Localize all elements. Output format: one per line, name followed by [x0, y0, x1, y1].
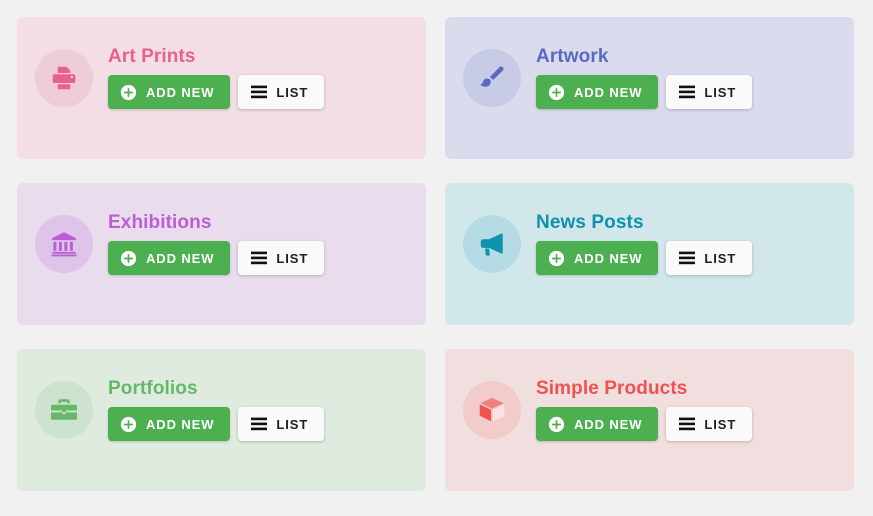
museum-building-icon-svg [51, 231, 77, 256]
card-inner-artwork: Artwork ADD NEW LIST [463, 46, 753, 109]
card-body-news-posts: News Posts ADD NEW LIST [536, 212, 753, 275]
card-portfolios: Portfolios ADD NEW LIST [17, 349, 426, 491]
card-art-prints: Art Prints ADD NEW LIST [17, 17, 426, 159]
list-lines-icon-svg [679, 85, 696, 99]
list-lines-icon [251, 85, 268, 99]
card-body-art-prints: Art Prints ADD NEW LIST [108, 46, 325, 109]
list-button-exhibitions[interactable]: LIST [238, 241, 325, 275]
plus-circle-icon-svg [120, 250, 137, 266]
card-simple-products: Simple Products ADD NEW LIST [445, 349, 854, 491]
list-button-portfolios[interactable]: LIST [238, 407, 325, 441]
card-exhibitions: Exhibitions ADD NEW LIST [17, 183, 426, 325]
card-title-news-posts: News Posts [536, 212, 644, 233]
card-inner-portfolios: Portfolios ADD NEW LIST [35, 378, 325, 441]
card-actions-news-posts: ADD NEW LIST [536, 241, 753, 275]
list-button-art-prints[interactable]: LIST [238, 75, 325, 109]
list-lines-icon-svg [251, 85, 268, 99]
printer-icon [35, 48, 93, 107]
card-news-posts: News Posts ADD NEW LIST [445, 183, 854, 325]
list-lines-icon [679, 417, 696, 431]
megaphone-icon [463, 214, 521, 273]
card-body-exhibitions: Exhibitions ADD NEW LIST [108, 212, 325, 275]
paintbrush-icon [463, 48, 521, 107]
museum-building-icon [35, 214, 93, 273]
briefcase-icon-svg [51, 398, 77, 420]
card-inner-art-prints: Art Prints ADD NEW LIST [35, 46, 325, 109]
card-title-art-prints: Art Prints [108, 46, 196, 67]
card-artwork: Artwork ADD NEW LIST [445, 17, 854, 159]
card-body-artwork: Artwork ADD NEW LIST [536, 46, 753, 109]
list-button-news-posts[interactable]: LIST [666, 241, 753, 275]
card-actions-artwork: ADD NEW LIST [536, 75, 753, 109]
list-button-label: LIST [276, 416, 309, 432]
add-new-button-simple-products[interactable]: ADD NEW [536, 407, 659, 441]
card-body-simple-products: Simple Products ADD NEW LIST [536, 378, 753, 441]
list-lines-icon-svg [251, 417, 268, 431]
card-title-portfolios: Portfolios [108, 378, 198, 399]
plus-circle-icon [120, 84, 137, 101]
add-new-button-portfolios[interactable]: ADD NEW [108, 407, 231, 441]
briefcase-icon [35, 380, 93, 439]
add-new-button-art-prints[interactable]: ADD NEW [108, 75, 231, 109]
plus-circle-icon [120, 250, 137, 267]
list-button-artwork[interactable]: LIST [666, 75, 753, 109]
plus-circle-icon-svg [120, 416, 137, 432]
list-button-label: LIST [704, 84, 737, 100]
list-lines-icon-svg [679, 251, 696, 265]
list-button-simple-products[interactable]: LIST [666, 407, 753, 441]
list-lines-icon [679, 251, 696, 265]
list-button-label: LIST [276, 250, 309, 266]
plus-circle-icon [120, 416, 137, 433]
card-title-artwork: Artwork [536, 46, 609, 67]
list-lines-icon [251, 251, 268, 265]
box-cube-icon [463, 380, 521, 439]
plus-circle-icon [548, 416, 565, 433]
list-button-label: LIST [276, 84, 309, 100]
printer-icon-svg [52, 66, 76, 89]
add-new-button-label: ADD NEW [574, 416, 643, 432]
plus-circle-icon-svg [548, 84, 565, 100]
list-lines-icon [679, 85, 696, 99]
add-new-button-artwork[interactable]: ADD NEW [536, 75, 659, 109]
card-inner-simple-products: Simple Products ADD NEW LIST [463, 378, 753, 441]
plus-circle-icon [548, 84, 565, 101]
card-title-simple-products: Simple Products [536, 378, 688, 399]
list-button-label: LIST [704, 250, 737, 266]
add-new-button-news-posts[interactable]: ADD NEW [536, 241, 659, 275]
plus-circle-icon-svg [120, 84, 137, 100]
box-cube-icon-svg [479, 397, 505, 421]
card-inner-news-posts: News Posts ADD NEW LIST [463, 212, 753, 275]
list-lines-icon [251, 417, 268, 431]
add-new-button-label: ADD NEW [574, 84, 643, 100]
plus-circle-icon-svg [548, 416, 565, 432]
add-new-button-label: ADD NEW [146, 84, 215, 100]
card-actions-simple-products: ADD NEW LIST [536, 407, 753, 441]
add-new-button-label: ADD NEW [146, 250, 215, 266]
card-body-portfolios: Portfolios ADD NEW LIST [108, 378, 325, 441]
megaphone-icon-svg [480, 232, 503, 256]
card-inner-exhibitions: Exhibitions ADD NEW LIST [35, 212, 325, 275]
add-new-button-label: ADD NEW [146, 416, 215, 432]
list-lines-icon-svg [251, 251, 268, 265]
content-type-card-grid: Art Prints ADD NEW LIST Artwork ADD NEW … [0, 0, 873, 491]
paintbrush-icon-svg [480, 66, 504, 87]
card-actions-exhibitions: ADD NEW LIST [108, 241, 325, 275]
card-actions-portfolios: ADD NEW LIST [108, 407, 325, 441]
list-button-label: LIST [704, 416, 737, 432]
plus-circle-icon [548, 250, 565, 267]
card-actions-art-prints: ADD NEW LIST [108, 75, 325, 109]
add-new-button-exhibitions[interactable]: ADD NEW [108, 241, 231, 275]
plus-circle-icon-svg [548, 250, 565, 266]
card-title-exhibitions: Exhibitions [108, 212, 212, 233]
list-lines-icon-svg [679, 417, 696, 431]
add-new-button-label: ADD NEW [574, 250, 643, 266]
